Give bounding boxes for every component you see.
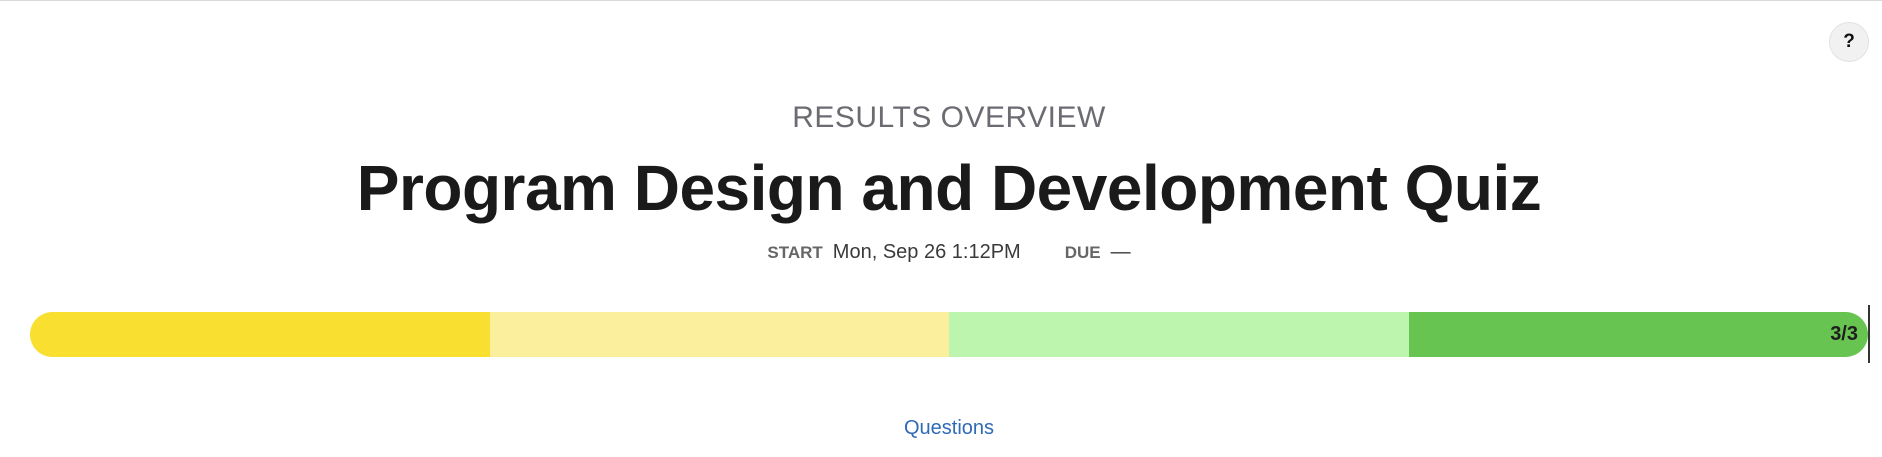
help-button[interactable]: ?	[1829, 22, 1869, 62]
page-title: Program Design and Development Quiz	[356, 152, 1542, 224]
help-icon: ?	[1843, 31, 1855, 52]
progress-segment-4	[1408, 312, 1868, 357]
page-eyebrow: RESULTS OVERVIEW	[792, 101, 1106, 134]
progress-segment-3	[949, 312, 1409, 357]
score-count: 3/3	[1830, 323, 1858, 345]
progress-segment-2	[489, 312, 949, 357]
due-label: DUE	[1064, 243, 1101, 262]
results-page: ? RESULTS OVERVIEW Program Design and De…	[0, 0, 1882, 457]
progress-end-marker	[1868, 305, 1870, 363]
score-progress-bar: 3/3	[30, 312, 1868, 357]
start-label: START	[767, 243, 823, 262]
start-value: Mon, Sep 26 1:12PM	[832, 241, 1021, 263]
progress-segment-1	[30, 312, 490, 357]
tab-questions[interactable]: Questions	[0, 417, 1882, 440]
due-value: —	[1110, 241, 1131, 263]
quiz-dates: START Mon, Sep 26 1:12PM DUE —	[0, 241, 1882, 264]
